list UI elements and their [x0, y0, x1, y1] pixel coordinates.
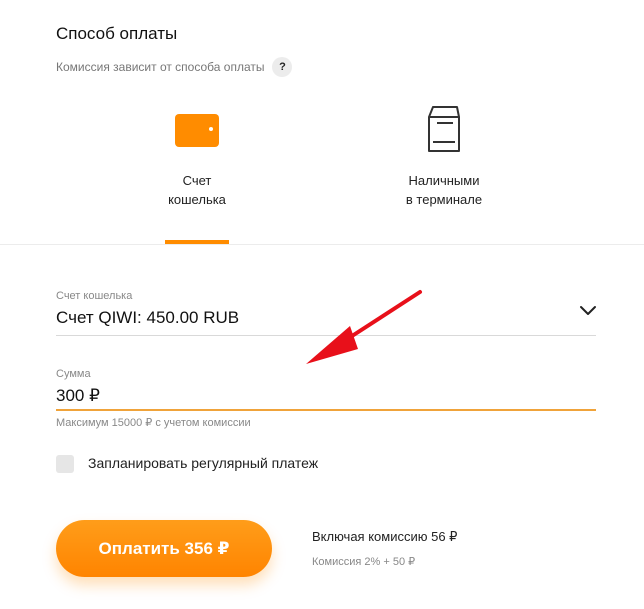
method-wallet-tab[interactable]: Счет кошелька [127, 106, 267, 209]
commission-total: Включая комиссию 56 ₽ [312, 529, 458, 544]
method-terminal-tab[interactable]: Наличными в терминале [374, 106, 514, 209]
method-wallet-icon-wrap [127, 106, 267, 154]
pay-button[interactable]: Оплатить 356 ₽ [56, 520, 272, 577]
payment-form: Способ оплаты Комиссия зависит от способ… [0, 0, 644, 609]
commission-rate: Комиссия 2% + 50 ₽ [312, 556, 416, 568]
page-title: Способ оплаты [56, 24, 178, 43]
recurring-checkbox[interactable] [56, 455, 74, 473]
amount-hint: Максимум 15000 ₽ с учетом комиссии [56, 417, 251, 429]
wallet-icon [175, 114, 219, 147]
source-select[interactable]: Счет QIWI: 450.00 RUB [56, 308, 239, 328]
method-terminal-label-line2: в терминале [405, 192, 483, 207]
red-arrow-annotation [306, 290, 422, 364]
method-wallet-label-line2: кошелька [168, 192, 226, 207]
method-terminal-label: Наличными в терминале [374, 171, 514, 209]
amount-input[interactable] [56, 383, 596, 409]
method-terminal-label-line1: Наличными [408, 173, 480, 188]
wallet-dot [209, 127, 213, 131]
section-divider [0, 244, 644, 245]
recurring-label[interactable]: Запланировать регулярный платеж [88, 455, 318, 471]
amount-underline [56, 409, 596, 411]
method-terminal-icon-wrap [374, 106, 514, 154]
method-wallet-label: Счет кошелька [127, 171, 267, 209]
chevron-down-icon[interactable] [579, 304, 597, 318]
amount-label: Сумма [56, 368, 91, 380]
terminal-icon [428, 106, 460, 152]
source-label: Счет кошелька [56, 290, 133, 302]
method-wallet-label-line1: Счет [182, 173, 212, 188]
help-icon[interactable]: ? [272, 57, 293, 77]
source-underline [56, 335, 596, 336]
subtitle-row: Комиссия зависит от способа оплаты ? [56, 57, 293, 77]
commission-note: Комиссия зависит от способа оплаты [56, 60, 265, 74]
